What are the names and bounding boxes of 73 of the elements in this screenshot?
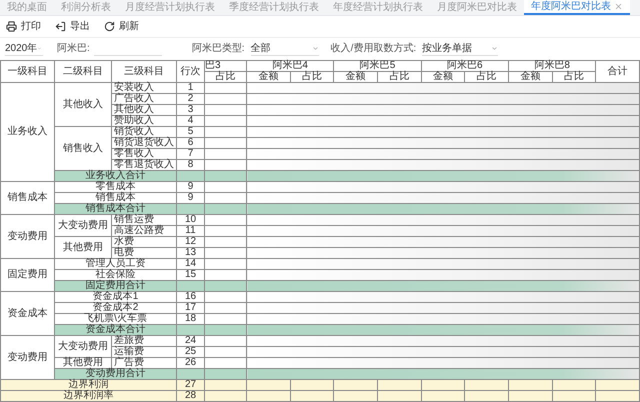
tab[interactable]: 年度经营计划执行表 [326, 0, 430, 15]
toolbar-button[interactable]: 打印 [6, 21, 41, 32]
tab-label: 年度经营计划执行表 [333, 2, 423, 12]
table-cell: 零售退货收入 [112, 160, 176, 170]
chevron-down-icon [491, 45, 498, 52]
type-select[interactable]: 全部 [250, 42, 319, 56]
close-icon[interactable] [614, 2, 623, 11]
table-cell: 社会保险 [54, 270, 176, 280]
refresh-icon [104, 21, 115, 32]
table-cell: 变动费用 [0, 214, 54, 258]
table-cell: 其他费用 [54, 236, 112, 258]
table-cell: 零售收入 [112, 148, 176, 160]
table-cell: 飞机票\火车票 [54, 314, 176, 324]
summary-label: 边界利润率 [0, 390, 176, 402]
table-cell: 其他收入 [54, 82, 112, 126]
table-cell: 其他费用 [54, 358, 112, 368]
tab[interactable]: 月度阿米巴对比表 [430, 0, 524, 15]
subtotal-label: 业务收入合计 [54, 170, 176, 182]
subtotal-label: 资金成本合计 [54, 324, 176, 336]
field-label: 阿米巴: [57, 44, 90, 54]
table-cell: 销售收入 [54, 126, 112, 170]
table-cell: 业务收入 [0, 82, 54, 182]
field-label: 阿米巴类型: [192, 44, 245, 54]
table-cell: 资金成本2 [54, 302, 176, 314]
table-cell: 变动费用 [0, 336, 54, 380]
table-cell: 运输费 [112, 346, 176, 358]
method-select[interactable]: 按业务单据 [422, 42, 498, 56]
table-cell: 28 [176, 390, 204, 402]
chevron-down-icon [37, 45, 42, 52]
subtotal-label: 变动费用合计 [54, 368, 176, 380]
tab[interactable]: 利润分析表 [54, 0, 118, 15]
toolbar-button[interactable]: 导出 [55, 21, 90, 32]
table-cell: 销货退货收入 [112, 138, 176, 148]
table-cell: 管理人员工资 [54, 258, 176, 270]
table-cell: 销售成本 [54, 192, 176, 204]
subtotal-label: 固定费用合计 [54, 280, 176, 292]
table-cell: 其他收入 [112, 104, 176, 116]
table-cell: 资金成本1 [54, 292, 176, 302]
table-cell: 差旅费 [112, 336, 176, 346]
table-cell: 广告费 [112, 358, 176, 368]
year-select[interactable]: 2020年 [5, 42, 43, 56]
table-cell: 零售成本 [54, 182, 176, 192]
table-cell: 大变动费用 [54, 336, 112, 358]
tab-label: 季度经营计划执行表 [229, 2, 319, 12]
table-cell: 赞助收入 [112, 116, 176, 126]
table-cell: 销货收入 [112, 126, 176, 138]
table-cell: 销售成本 [0, 182, 54, 214]
tab[interactable]: 我的桌面 [0, 0, 54, 15]
chevron-down-icon [312, 45, 319, 52]
tab-label: 我的桌面 [7, 2, 47, 12]
tab-label: 年度阿米巴对比表 [531, 2, 611, 12]
tab-label: 月度阿米巴对比表 [437, 2, 517, 12]
tab-label: 利润分析表 [61, 2, 111, 12]
table-cell: 电费 [112, 248, 176, 258]
tab[interactable]: 季度经营计划执行表 [222, 0, 326, 15]
table-cell: 高速公路费 [112, 226, 176, 236]
subtotal-label: 销售成本合计 [54, 204, 176, 214]
tab[interactable]: 月度经营计划执行表 [118, 0, 222, 15]
table-cell: 销售运费 [112, 214, 176, 226]
printer-icon [6, 21, 17, 32]
field-label: 收入/费用取数方式: [330, 44, 416, 54]
column-header: 合计 [596, 60, 640, 82]
toolbar-button[interactable]: 刷新 [104, 21, 139, 32]
table-cell: 大变动费用 [54, 214, 112, 236]
exit-arrow-icon [55, 21, 66, 32]
table-cell: 广告收入 [112, 94, 176, 104]
column-header: 一级科目 [0, 60, 54, 82]
table-cell: 水费 [112, 236, 176, 248]
tab[interactable]: 年度阿米巴对比表 [524, 0, 630, 15]
table-cell: 固定费用 [0, 258, 54, 292]
table-cell: 资金成本 [0, 292, 54, 336]
tab-label: 月度经营计划执行表 [125, 2, 215, 12]
table-cell: 安装收入 [112, 82, 176, 94]
